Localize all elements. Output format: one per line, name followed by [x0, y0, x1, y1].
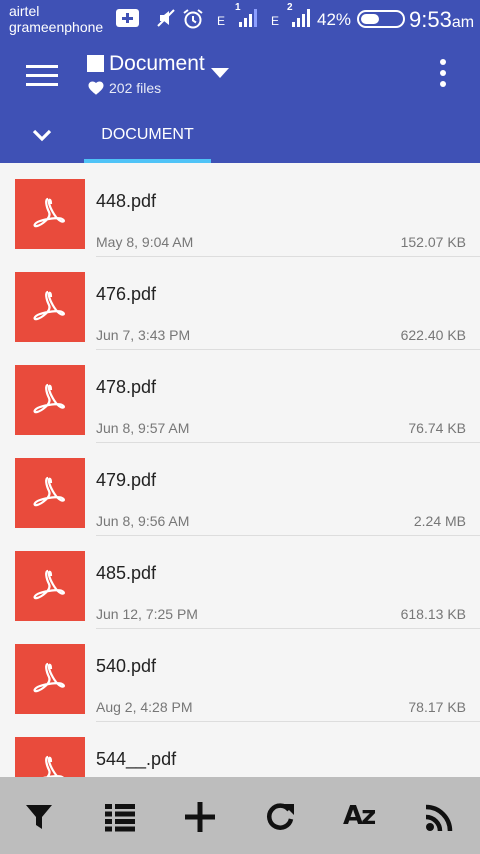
file-list-item[interactable]: 476.pdf Jun 7, 3:43 PM 622.40 KB [0, 256, 480, 350]
sort-button[interactable]: Az [320, 777, 400, 854]
file-name: 476.pdf [96, 284, 157, 304]
refresh-icon [267, 803, 294, 830]
pdf-file-icon [15, 179, 85, 249]
pdf-file-icon [15, 365, 85, 435]
notification-add-icon [116, 9, 139, 27]
pdf-acrobat-icon [33, 476, 65, 507]
file-size: 76.74 KB [408, 420, 466, 436]
file-size: 618.13 KB [400, 606, 466, 622]
list-view-button[interactable] [80, 777, 160, 854]
file-size: 78.17 KB [408, 699, 466, 715]
sort-az-icon: Az [343, 801, 376, 831]
filter-button[interactable] [0, 777, 80, 854]
file-date: Jun 8, 9:57 AM [96, 420, 190, 436]
file-size: 2.24 MB [413, 513, 466, 529]
pdf-acrobat-icon [33, 383, 65, 414]
bottom-action-bar: Az [0, 777, 480, 854]
filter-icon [26, 805, 52, 829]
chevron-down-icon[interactable] [32, 128, 52, 142]
pdf-acrobat-icon [33, 662, 65, 693]
status-bar: airtel grameenphone E 1 E 2 42% 9:53am [0, 0, 480, 40]
more-options-icon[interactable] [437, 59, 449, 89]
pdf-acrobat-icon [43, 755, 64, 777]
app-toolbar: Document 202 files DOCUMENT [0, 40, 480, 163]
add-icon [185, 802, 215, 832]
file-size: 152.07 KB [400, 234, 466, 250]
list-view-icon [105, 804, 135, 832]
toolbar-title[interactable]: Document [109, 52, 205, 76]
carrier-names: airtel grameenphone [9, 3, 103, 35]
wifi-share-button[interactable] [400, 777, 480, 854]
sim1-signal-icon [239, 9, 257, 27]
sim2-signal-icon [292, 9, 310, 27]
file-date: Jun 7, 3:43 PM [96, 327, 191, 343]
heart-icon [87, 79, 105, 97]
file-count: 202 files [109, 80, 162, 96]
battery-percentage: 42% [317, 10, 352, 29]
pdf-file-icon [15, 458, 85, 528]
tab-document-label: DOCUMENT [101, 126, 194, 143]
file-name: 448.pdf [96, 191, 157, 211]
pdf-file-icon [15, 551, 85, 621]
file-date: Jun 8, 9:56 AM [96, 513, 190, 529]
mute-icon [156, 8, 176, 33]
file-list-item[interactable]: 544__.pdf [0, 721, 480, 777]
file-list-item[interactable]: 479.pdf Jun 8, 9:56 AM 2.24 MB [0, 442, 480, 536]
pdf-file-icon [15, 272, 85, 342]
pdf-acrobat-icon [33, 569, 65, 600]
file-name: 540.pdf [96, 656, 157, 676]
file-size: 622.40 KB [400, 327, 466, 343]
pdf-acrobat-icon [33, 197, 65, 228]
file-name: 485.pdf [96, 563, 157, 583]
file-date: Aug 2, 4:28 PM [96, 699, 193, 715]
alarm-icon [182, 8, 204, 35]
file-date: May 8, 9:04 AM [96, 234, 194, 250]
wifi-share-icon [425, 804, 453, 832]
sim1-network-type: E [217, 14, 226, 28]
file-name: 544__.pdf [96, 749, 177, 769]
carrier-1: airtel [9, 3, 40, 19]
clock: 9:53am [409, 7, 474, 33]
refresh-button[interactable] [240, 777, 320, 854]
sim2-network-type: E [271, 14, 280, 28]
document-category-icon [87, 55, 104, 72]
pdf-file-icon [15, 644, 85, 714]
tab-document[interactable]: DOCUMENT [84, 118, 211, 163]
menu-icon[interactable] [26, 65, 58, 87]
clock-ampm: am [451, 14, 475, 31]
dropdown-arrow-icon[interactable] [211, 68, 229, 78]
file-list-item[interactable]: 485.pdf Jun 12, 7:25 PM 618.13 KB [0, 535, 480, 629]
file-list-item[interactable]: 478.pdf Jun 8, 9:57 AM 76.74 KB [0, 349, 480, 443]
carrier-2: grameenphone [9, 19, 104, 35]
file-list-item[interactable]: 540.pdf Aug 2, 4:28 PM 78.17 KB [0, 628, 480, 722]
file-name: 479.pdf [96, 470, 157, 490]
battery-icon [357, 10, 405, 28]
pdf-acrobat-icon [33, 290, 65, 321]
file-name: 478.pdf [96, 377, 157, 397]
clock-time: 9:53 [409, 7, 452, 32]
file-date: Jun 12, 7:25 PM [96, 606, 198, 622]
add-button[interactable] [160, 777, 240, 854]
pdf-file-icon [15, 737, 85, 777]
file-list[interactable]: 448.pdf May 8, 9:04 AM 152.07 KB 476.pdf Jun… [0, 163, 480, 777]
file-list-item[interactable]: 448.pdf May 8, 9:04 AM 152.07 KB [0, 163, 480, 257]
